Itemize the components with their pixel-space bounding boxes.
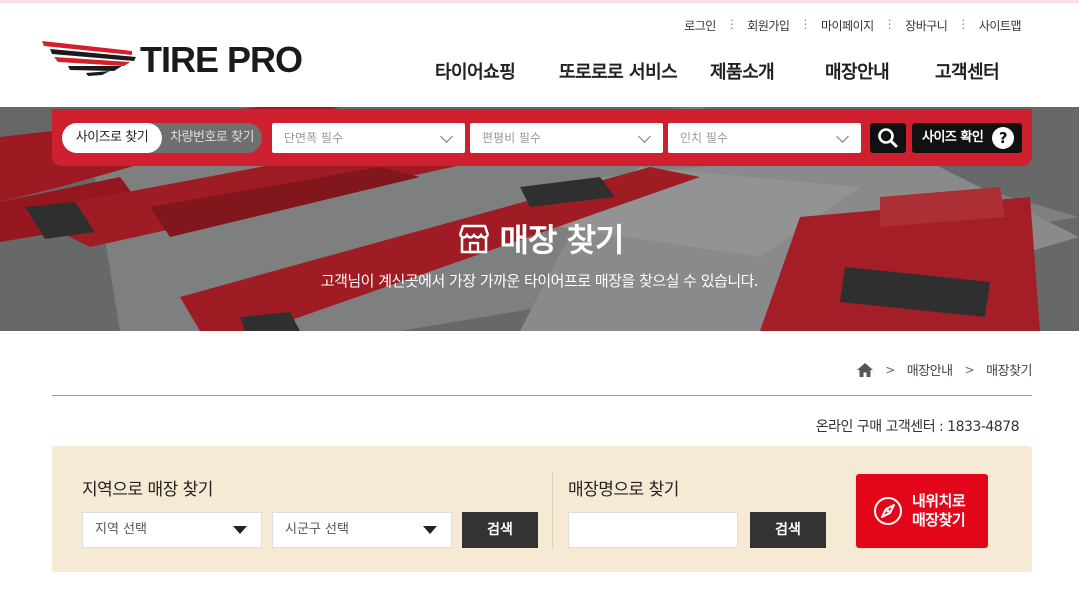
inch-select-label: 인치 필수 [680,131,728,145]
caret-down-icon [423,526,437,534]
utility-menu: 로그인 ⋮ 회원가입 ⋮ 마이페이지 ⋮ 장바구니 ⋮ 사이트맵 [678,17,1027,34]
ratio-select[interactable]: 편평비 필수 [470,123,663,153]
nearby-store-button[interactable]: 내위치로 매장찾기 [856,474,988,548]
cart-link[interactable]: 장바구니 [899,17,953,34]
main-nav: 타이어쇼핑 또로로로 서비스 제품소개 매장안내 고객센터 [0,58,1079,88]
page-title-text: 매장 찾기 [499,221,625,259]
separator: ⋮ [883,17,896,31]
caret-down-icon [233,526,247,534]
chevron-right-icon: > [885,362,895,377]
home-icon[interactable] [857,362,874,377]
size-search-button[interactable] [870,123,906,153]
help-icon: ? [992,127,1014,149]
store-search-panel: 지역으로 매장 찾기 지역 선택 시군구 선택 검색 매장명으로 찾기 검색 내… [52,446,1032,572]
nearby-store-label-line2: 매장찾기 [912,511,966,529]
region-search-title: 지역으로 매장 찾기 [82,480,213,500]
nearby-store-label-line1: 내위치로 [912,492,966,510]
name-search-title: 매장명으로 찾기 [568,480,679,500]
width-select[interactable]: 단면폭 필수 [272,123,465,153]
region-select[interactable]: 지역 선택 [82,512,262,548]
nearby-store-label: 내위치로 매장찾기 [912,492,966,530]
store-name-input[interactable] [568,512,738,548]
nav-customer-center[interactable]: 고객센터 [935,58,1000,84]
sitemap-link[interactable]: 사이트맵 [973,17,1027,34]
page-title: 매장 찾기 [0,215,1079,261]
nav-store-info[interactable]: 매장안내 [825,58,890,84]
chevron-down-icon [638,130,651,143]
size-confirm-label: 사이즈 확인 [922,130,984,145]
breadcrumb: > 매장안내 > 매장찾기 [857,360,1032,379]
separator: ⋮ [799,17,811,31]
inch-select[interactable]: 인치 필수 [668,123,861,153]
search-icon [878,128,898,148]
region-search-button[interactable]: 검색 [462,512,538,548]
nav-tire-shopping[interactable]: 타이어쇼핑 [435,58,516,84]
separator: ⋮ [957,17,969,31]
login-link[interactable]: 로그인 [678,17,722,34]
customer-center-phone: 온라인 구매 고객센터 : 1833-4878 [815,419,1020,435]
chevron-right-icon: > [964,362,975,377]
separator: ⋮ [725,17,738,31]
width-select-label: 단면폭 필수 [284,131,344,145]
site-header: TIRE PRO 로그인 ⋮ 회원가입 ⋮ 마이페이지 ⋮ 장바구니 ⋮ 사이트… [0,3,1079,107]
mypage-link[interactable]: 마이페이지 [815,17,880,34]
search-mode-toggle: 사이즈로 찾기 차량번호로 찾기 [62,123,262,153]
divider [52,395,1032,396]
ratio-select-label: 편평비 필수 [482,131,542,145]
nav-service[interactable]: 또로로로 서비스 [559,58,678,84]
tire-size-search-bar: 사이즈로 찾기 차량번호로 찾기 단면폭 필수 편평비 필수 인치 필수 사이즈… [52,109,1032,166]
district-select-label: 시군구 선택 [285,522,349,537]
name-search-button[interactable]: 검색 [750,512,826,548]
chevron-down-icon [836,130,849,143]
compass-icon [874,497,902,525]
divider [552,471,553,549]
nav-products[interactable]: 제품소개 [710,58,775,84]
district-select[interactable]: 시군구 선택 [272,512,452,548]
tab-plate-search[interactable]: 차량번호로 찾기 [162,123,262,153]
tab-size-search[interactable]: 사이즈로 찾기 [62,123,162,153]
breadcrumb-store-find[interactable]: 매장찾기 [986,360,1032,379]
size-confirm-button[interactable]: 사이즈 확인 ? [912,123,1022,153]
region-select-label: 지역 선택 [95,522,147,537]
chevron-down-icon [440,130,453,143]
page-subtitle: 고객님이 계신곳에서 가장 가까운 타이어프로 매장을 찾으실 수 있습니다. [320,272,759,290]
store-icon [458,224,489,254]
signup-link[interactable]: 회원가입 [741,17,795,34]
breadcrumb-store-info[interactable]: 매장안내 [907,360,953,379]
